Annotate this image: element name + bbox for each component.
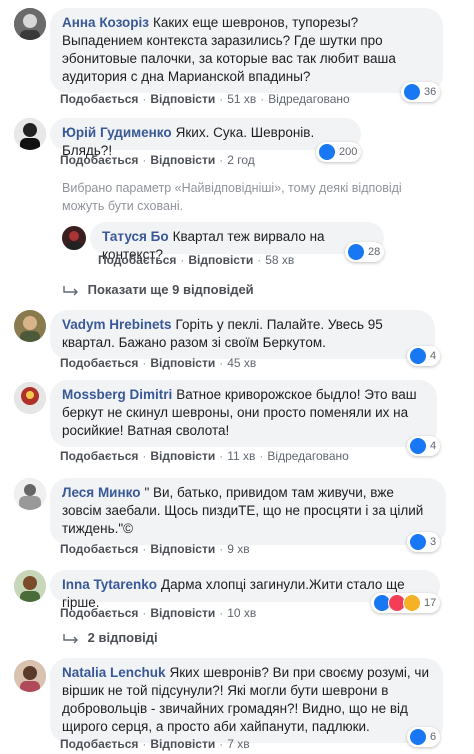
comment-actions: Подобається · Відповісти · 2 год: [60, 153, 255, 167]
comment-actions: Подобається · Відповісти · 7 хв: [60, 737, 250, 751]
comment-time[interactable]: 7 хв: [227, 737, 249, 751]
avatar[interactable]: [62, 226, 86, 250]
haha-reaction-icon: [403, 594, 421, 612]
like-reaction-icon: [318, 143, 336, 161]
comment-bubble: Vadym Hrebinets Горіть у пеклі. Палайте. …: [50, 310, 435, 359]
reply-arrow-icon: [63, 633, 78, 644]
like-reaction-icon: [409, 437, 427, 455]
like-button[interactable]: Подобається: [60, 92, 138, 106]
comment-actions: Подобається · Відповісти · 51 хв · Відредагова…: [60, 92, 350, 106]
reactions-summary[interactable]: 28: [345, 242, 385, 262]
avatar[interactable]: [14, 382, 46, 414]
comment-time[interactable]: 45 хв: [227, 356, 256, 370]
comment-bubble: Mossberg Dimitri Ватное криворожское быдл…: [50, 380, 437, 447]
comment-time[interactable]: 9 хв: [227, 542, 249, 556]
comment-actions: Подобається · Відповісти · 58 хв: [98, 253, 295, 267]
reply-button[interactable]: Відповісти: [150, 92, 215, 106]
like-button[interactable]: Подобається: [60, 737, 138, 751]
comment-author[interactable]: Mossberg Dimitri: [62, 387, 172, 402]
avatar[interactable]: [14, 8, 46, 40]
edited-label[interactable]: Відредаговано: [268, 92, 349, 106]
reactions-summary[interactable]: 4: [407, 436, 441, 456]
comment-actions: Подобається · Відповісти · 11 хв · Відредагова…: [60, 449, 349, 463]
like-button[interactable]: Подобається: [60, 449, 138, 463]
comment-time[interactable]: 58 хв: [265, 253, 294, 267]
reactions-summary[interactable]: 4: [407, 346, 441, 366]
like-button[interactable]: Подобається: [60, 606, 138, 620]
reactions-summary[interactable]: 6: [407, 727, 441, 747]
avatar[interactable]: [14, 118, 46, 150]
comment-author[interactable]: Inna Tytarenko: [62, 577, 157, 592]
like-reaction-icon: [409, 728, 427, 746]
comment-author[interactable]: Анна Козоріз: [62, 15, 149, 30]
reply-button[interactable]: Відповісти: [188, 253, 253, 267]
reaction-count: 4: [430, 350, 437, 362]
edited-label[interactable]: Відредаговано: [267, 449, 348, 463]
reactions-summary[interactable]: 17: [371, 593, 441, 613]
comment-author[interactable]: Леся Минко: [62, 485, 140, 500]
reply-bubble: Татуся Бо Квартал теж вирвало на контекст…: [90, 222, 384, 262]
like-reaction-icon: [409, 533, 427, 551]
reaction-count: 17: [424, 597, 437, 609]
reaction-count: 200: [339, 146, 358, 158]
comment-actions: Подобається · Відповісти · 10 хв: [60, 606, 257, 620]
like-button[interactable]: Подобається: [60, 542, 138, 556]
view-replies-link[interactable]: 2 відповіді: [62, 630, 158, 645]
reaction-count: 6: [430, 731, 437, 743]
comment-bubble: Анна Козоріз Каких еще шевронов, тупорезы…: [50, 8, 443, 93]
reply-button[interactable]: Відповісти: [150, 542, 215, 556]
like-button[interactable]: Подобається: [60, 356, 138, 370]
like-button[interactable]: Подобається: [98, 253, 176, 267]
show-more-replies-link[interactable]: Показати ще 9 відповідей: [62, 282, 254, 297]
reaction-count: 36: [424, 86, 437, 98]
comment-bubble: Юрій Гудименко Яких. Сука. Шевронів. Бляд…: [50, 118, 361, 158]
reaction-count: 4: [430, 440, 437, 452]
comment-author[interactable]: Natalia Lenchuk: [62, 665, 166, 680]
comment-actions: Подобається · Відповісти · 9 хв: [60, 542, 250, 556]
reaction-count: 3: [430, 536, 437, 548]
reply-button[interactable]: Відповісти: [150, 737, 215, 751]
like-reaction-icon: [403, 83, 421, 101]
like-reaction-icon: [409, 347, 427, 365]
comment-time[interactable]: 11 хв: [227, 449, 255, 463]
avatar[interactable]: [14, 570, 46, 602]
reaction-count: 28: [368, 246, 381, 258]
comment-author[interactable]: Юрій Гудименко: [62, 125, 172, 140]
comment-time[interactable]: 51 хв: [227, 92, 256, 106]
sort-notice: Вибрано параметр «Найвідповідніші», тому…: [62, 181, 402, 213]
reply-button[interactable]: Відповісти: [150, 449, 215, 463]
avatar[interactable]: [14, 660, 46, 692]
avatar[interactable]: [14, 310, 46, 342]
comment-author[interactable]: Vadym Hrebinets: [62, 317, 172, 332]
like-button[interactable]: Подобається: [60, 153, 138, 167]
comment-bubble: Леся Минко " Ви, батько, привидом там жив…: [50, 478, 446, 545]
comment-author[interactable]: Татуся Бо: [102, 229, 169, 244]
reactions-summary[interactable]: 3: [407, 532, 441, 552]
reply-button[interactable]: Відповісти: [150, 356, 215, 370]
reactions-summary[interactable]: 36: [401, 82, 441, 102]
comment-actions: Подобається · Відповісти · 45 хв: [60, 356, 257, 370]
reply-button[interactable]: Відповісти: [150, 606, 215, 620]
comment-time[interactable]: 2 год: [227, 153, 255, 167]
comment-time[interactable]: 10 хв: [227, 606, 256, 620]
comment-bubble: Natalia Lenchuk Яких шевронів? Ви при сво…: [50, 658, 443, 743]
like-reaction-icon: [347, 243, 365, 261]
avatar[interactable]: [14, 478, 46, 510]
reactions-summary[interactable]: 200: [316, 142, 362, 162]
reply-arrow-icon: [63, 285, 78, 296]
reply-button[interactable]: Відповісти: [150, 153, 215, 167]
